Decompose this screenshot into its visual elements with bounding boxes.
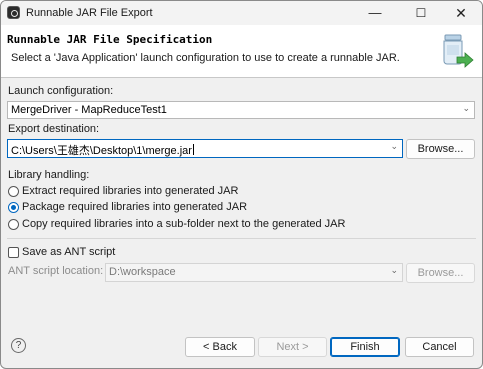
chevron-down-icon: ⌄ — [462, 103, 470, 113]
package-libraries-radio[interactable] — [8, 202, 19, 213]
title-bar[interactable]: Runnable JAR File Export — ☐ ✕ — [1, 1, 482, 25]
minimize-button[interactable]: — — [355, 1, 395, 25]
extract-libraries-label[interactable]: Extract required libraries into generate… — [22, 185, 238, 197]
launch-config-select[interactable]: MergeDriver - MapReduceTest1 ⌄ — [7, 101, 475, 119]
export-destination-value: C:\Users\王雄杰\Desktop\1\merge.jar — [11, 144, 194, 157]
close-button[interactable]: ✕ — [441, 1, 481, 25]
export-destination-label: Export destination: — [8, 123, 100, 135]
jar-export-icon — [443, 34, 474, 68]
maximize-button[interactable]: ☐ — [401, 1, 441, 25]
export-destination-input[interactable]: C:\Users\王雄杰\Desktop\1\merge.jar ⌄ — [7, 139, 403, 158]
browse-ant-location-button[interactable]: Browse... — [406, 263, 475, 283]
separator — [7, 238, 476, 239]
launch-config-value: MergeDriver - MapReduceTest1 — [11, 104, 167, 116]
wizard-page-message: Select a 'Java Application' launch confi… — [11, 52, 400, 64]
cancel-button[interactable]: Cancel — [405, 337, 474, 357]
copy-libraries-label[interactable]: Copy required libraries into a sub-folde… — [22, 218, 345, 230]
wizard-banner: Runnable JAR File Specification Select a… — [1, 25, 482, 78]
ant-script-location-label: ANT script location: — [8, 265, 104, 277]
package-libraries-label[interactable]: Package required libraries into generate… — [22, 201, 247, 213]
finish-button[interactable]: Finish — [330, 337, 400, 357]
help-icon[interactable]: ? — [11, 338, 26, 353]
window-title: Runnable JAR File Export — [26, 7, 153, 19]
save-ant-script-checkbox[interactable] — [8, 247, 19, 258]
launch-config-label: Launch configuration: — [8, 85, 114, 97]
chevron-down-icon: ⌄ — [390, 265, 398, 275]
eclipse-app-icon — [7, 6, 20, 19]
next-button[interactable]: Next > — [258, 337, 327, 357]
extract-libraries-radio[interactable] — [8, 186, 19, 197]
back-button[interactable]: < Back — [185, 337, 255, 357]
ant-script-location-value: D:\workspace — [109, 266, 176, 278]
export-dialog: Runnable JAR File Export — ☐ ✕ Runnable … — [0, 0, 483, 369]
copy-libraries-radio[interactable] — [8, 219, 19, 230]
ant-script-location-input[interactable]: D:\workspace ⌄ — [105, 263, 403, 282]
library-handling-label: Library handling: — [8, 169, 90, 181]
chevron-down-icon: ⌄ — [390, 141, 398, 151]
wizard-page-title: Runnable JAR File Specification — [7, 33, 213, 46]
browse-destination-button[interactable]: Browse... — [406, 139, 475, 159]
save-ant-script-label[interactable]: Save as ANT script — [22, 246, 115, 258]
